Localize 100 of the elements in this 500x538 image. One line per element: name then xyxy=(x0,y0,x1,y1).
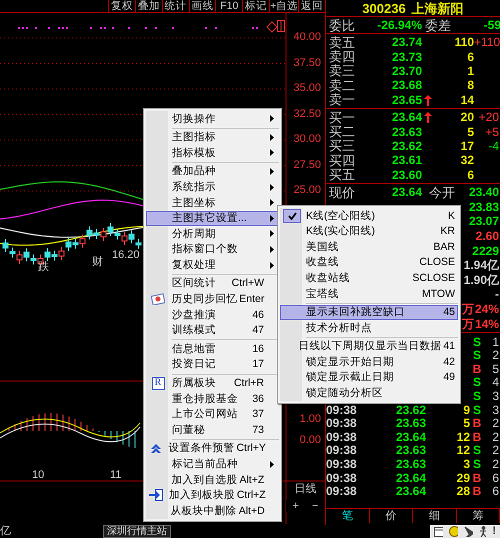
order-volume: 17 xyxy=(460,140,474,152)
indicator-axis-label: 1.00 xyxy=(300,414,321,425)
menu-item[interactable]: 宝塔线 MTOW xyxy=(280,286,458,302)
menu-item[interactable]: 加入到自选股 Alt+Z xyxy=(146,472,279,488)
menu-item[interactable]: 标记当前品种 xyxy=(146,456,279,472)
menu-item[interactable]: 上市公司网站 37 xyxy=(146,406,279,422)
chart-marker-label: 跌 xyxy=(38,262,49,273)
window-icon xyxy=(434,526,443,536)
checkmark-icon xyxy=(283,208,301,223)
menu-item[interactable]: 技术分析时点 xyxy=(280,320,458,336)
menu-item[interactable]: 复权处理 xyxy=(146,257,279,273)
menu-item[interactable]: 历史同步回忆 Enter xyxy=(146,292,279,308)
trade-side: S xyxy=(472,458,482,470)
menu-item[interactable]: 切换操作 xyxy=(146,111,279,127)
menu-item[interactable]: 指标模板 xyxy=(146,145,279,161)
order-change: -4 xyxy=(487,140,500,152)
trade-time: 09:38 xyxy=(326,417,358,430)
menu-item[interactable]: 投资日记 17 xyxy=(146,356,279,372)
stat-value: 23.64 xyxy=(390,186,422,198)
order-level-label: 买三 xyxy=(328,139,356,152)
order-level-label: 买二 xyxy=(328,125,356,138)
price-axis-label: 35.00 xyxy=(293,83,321,94)
menu-item[interactable]: 问董秘 73 xyxy=(146,422,279,438)
menu-item[interactable]: 主图其它设置... xyxy=(146,210,279,226)
submenu-arrow-icon xyxy=(270,168,274,176)
trade-count: 6 xyxy=(491,472,500,484)
submenu-arrow-icon xyxy=(270,460,274,468)
trade-volume: 12 xyxy=(456,430,470,443)
trade-price: 23.64 xyxy=(394,472,426,484)
menu-item[interactable]: K线(实心阳线) KR xyxy=(280,224,458,240)
server-tab[interactable]: 深圳行情主站 xyxy=(103,525,171,538)
trade-volume: 28 xyxy=(456,485,470,498)
menu-item[interactable]: 信息地雷 16 xyxy=(146,341,279,357)
menu-item[interactable]: 重仓持股基金 36 xyxy=(146,391,279,407)
toolbar-button[interactable]: 统计 xyxy=(162,0,189,12)
menu-item[interactable]: 加入到板块股 Ctrl+Z xyxy=(146,488,279,504)
stat-value: 2.60 xyxy=(476,228,499,243)
trade-price: 23.64 xyxy=(394,430,426,443)
panel-icon xyxy=(277,20,285,32)
menu-item[interactable]: R 所属板块 Ctrl+R xyxy=(146,376,279,392)
menu-item[interactable]: 系统指示 xyxy=(146,179,279,195)
trade-volume: 12 xyxy=(456,444,470,456)
menu-item[interactable]: 训练模式 47 xyxy=(146,322,279,338)
trade-side: S xyxy=(472,390,482,402)
menu-item[interactable]: 锁定显示开始日期 42 xyxy=(280,354,458,370)
menu-item[interactable]: 指标窗口个数 xyxy=(146,242,279,258)
trade-count: 2 xyxy=(491,417,500,430)
trade-time: 09:38 xyxy=(326,430,358,443)
menu-item[interactable]: 从板块中删除 Alt+D xyxy=(146,503,279,519)
coin-icon xyxy=(448,526,458,537)
order-volume: 14 xyxy=(460,94,474,106)
trade-volume: 29 xyxy=(456,472,470,484)
menu-item[interactable]: 设置条件预警 Ctrl+Y xyxy=(146,440,279,456)
submenu-arrow-icon xyxy=(270,149,274,156)
menu-item[interactable]: 主图坐标 xyxy=(146,194,279,211)
menu-item[interactable]: 收盘站线 SCLOSE xyxy=(280,270,458,286)
trade-volume: 9 xyxy=(462,404,470,416)
order-volume: 20 xyxy=(460,111,474,124)
submenu-arrow-icon xyxy=(270,134,274,141)
order-price: 23.60 xyxy=(390,168,422,181)
ratio-value: -26.94% xyxy=(376,19,422,31)
price-axis-label: 40.00 xyxy=(293,32,321,43)
trade-side: B xyxy=(472,430,482,443)
order-price: 23.68 xyxy=(390,79,422,92)
toolbar-button[interactable]: 标记 xyxy=(242,0,270,12)
order-price: 23.64 xyxy=(390,111,422,124)
order-level-label: 卖三 xyxy=(328,64,356,78)
menu-item[interactable]: 显示未回补跳空缺口 45 xyxy=(280,304,458,320)
menu-item[interactable]: 日线以下周期仅显示当日数据 41 xyxy=(280,338,458,354)
order-price: 23.63 xyxy=(390,126,422,138)
toolbar-button[interactable]: 复权 xyxy=(108,0,135,12)
toolbar-button[interactable]: 画线 xyxy=(188,0,216,12)
up-arrow-icon xyxy=(424,94,432,106)
status-text: 亿 xyxy=(0,526,11,537)
order-price: 23.61 xyxy=(390,154,422,166)
order-level-label: 卖五 xyxy=(328,36,356,49)
trade-count: 2 xyxy=(491,444,500,456)
toolbar-button[interactable]: +自选 xyxy=(269,0,298,12)
trade-side: B xyxy=(472,472,482,484)
menu-item[interactable]: 主图指标 xyxy=(146,130,279,146)
menu-item[interactable]: 叠加品种 xyxy=(146,164,279,180)
menu-item[interactable]: 区间统计 Ctrl+W xyxy=(146,276,279,292)
trade-time: 09:38 xyxy=(326,404,358,416)
order-change: +20 xyxy=(478,111,500,124)
trade-count: 3 xyxy=(491,404,500,416)
menu-item[interactable]: 分析周期 xyxy=(146,226,279,242)
menu-item[interactable]: 锁定随动分析区 xyxy=(280,386,458,402)
menu-item[interactable]: 收盘线 CLOSE xyxy=(280,254,458,270)
submenu-arrow-icon xyxy=(270,262,274,269)
menu-item[interactable]: 沙盘推演 46 xyxy=(146,307,279,323)
order-volume: 5 xyxy=(466,126,474,138)
trade-count: 2 xyxy=(491,430,500,443)
trade-count: 4 xyxy=(491,376,500,388)
menu-item[interactable]: K线(空心阳线) K xyxy=(280,208,458,224)
trade-time: 09:38 xyxy=(326,485,358,498)
stat-label: 今开 xyxy=(428,186,456,199)
menu-item[interactable]: 美国线 BAR xyxy=(280,239,458,255)
order-volume: 32 xyxy=(460,154,474,166)
menu-item[interactable]: 锁定显示截止日期 49 xyxy=(280,370,458,386)
order-volume: 1 xyxy=(466,64,474,77)
